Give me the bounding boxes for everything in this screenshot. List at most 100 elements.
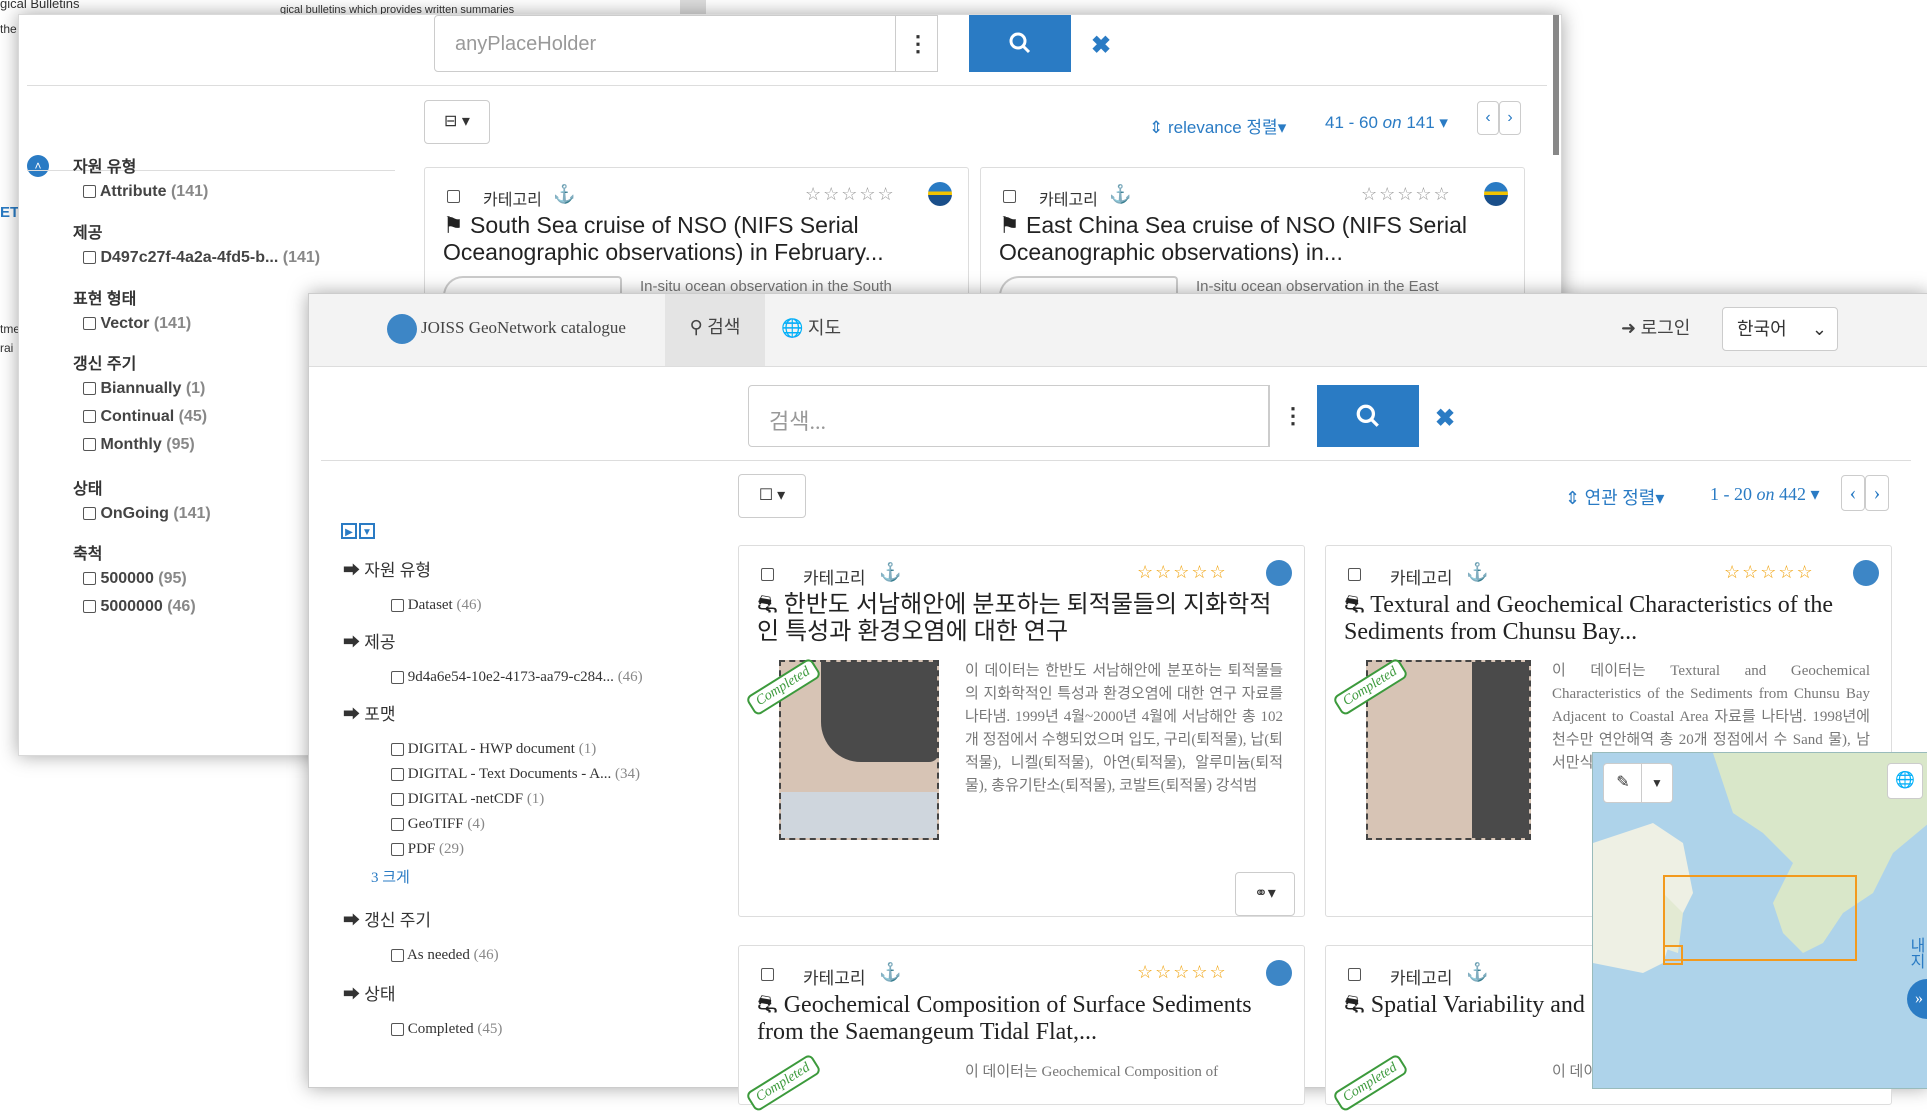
back-sort-dropdown[interactable]: ⇕ relevance 정렬▾: [1149, 113, 1286, 138]
rating-stars[interactable]: ☆☆☆☆☆: [805, 184, 896, 205]
rating-stars[interactable]: ☆☆☆☆☆: [1361, 184, 1452, 205]
login-link[interactable]: ➜ 로그인: [1621, 314, 1690, 340]
checkbox[interactable]: [83, 410, 96, 424]
select-checkbox[interactable]: [1003, 190, 1016, 203]
checkbox[interactable]: [83, 251, 96, 265]
paging-dropdown[interactable]: 1 - 20 on 442 ▾: [1710, 484, 1820, 505]
map-extent-handle[interactable]: [1663, 945, 1683, 965]
facet-title[interactable]: ➡ 자원 유형: [343, 556, 481, 581]
result-card-1[interactable]: 카테고리 ⚓ ☆☆☆☆☆ ⛐ 한반도 서남해안에 분포하는 퇴적물들의 지화학적…: [738, 545, 1305, 917]
back-facet-item[interactable]: Continual (45): [83, 408, 207, 426]
back-facet-item[interactable]: 500000 (95): [83, 570, 196, 588]
next-page-button[interactable]: ›: [1865, 475, 1889, 511]
nav-map-tab[interactable]: 🌐 지도: [781, 314, 841, 340]
map-draw-dropdown[interactable]: ▼: [1641, 763, 1673, 803]
rating-stars[interactable]: ☆☆☆☆☆: [1137, 962, 1228, 983]
back-collapse-icon[interactable]: ˄: [27, 155, 49, 177]
checkbox[interactable]: [83, 572, 96, 586]
nav-search-tab[interactable]: ⚲ 검색: [665, 294, 765, 366]
facet-item[interactable]: DIGITAL -netCDF (1): [391, 791, 640, 808]
facet-item[interactable]: DIGITAL - Text Documents - A... (34): [391, 766, 640, 783]
rating-stars[interactable]: ☆☆☆☆☆: [1137, 562, 1228, 583]
prev-page-button[interactable]: ‹: [1841, 475, 1865, 511]
back-search-options-icon[interactable]: ⋮: [895, 16, 940, 71]
back-facet-item[interactable]: 5000000 (46): [83, 598, 196, 616]
language-select[interactable]: 한국어 ⌄: [1722, 307, 1838, 351]
map-panel[interactable]: ✎ ▼ 🌐 내지 »: [1592, 752, 1927, 1089]
checkbox[interactable]: [391, 671, 404, 685]
facet-item[interactable]: 9d4a6e54-10e2-4173-aa79-c284... (46): [391, 669, 643, 686]
back-facet-item[interactable]: Vector (141): [83, 315, 191, 333]
back-next-page-button[interactable]: ›: [1499, 101, 1521, 135]
result-card-3[interactable]: 카테고리 ⚓ ☆☆☆☆☆ ⛐ Geochemical Composition o…: [738, 945, 1305, 1113]
back-facet-item[interactable]: Monthly (95): [83, 436, 207, 454]
record-title[interactable]: ⚑ East China Sea cruise of NSO (NIFS Ser…: [999, 212, 1509, 266]
back-search-button[interactable]: [969, 15, 1071, 72]
back-paging-dropdown[interactable]: 41 - 60 on 141 ▾: [1325, 113, 1448, 133]
record-title[interactable]: ⚑ South Sea cruise of NSO (NIFS Serial O…: [443, 212, 953, 266]
select-checkbox[interactable]: [1348, 568, 1361, 581]
select-checkbox[interactable]: [1348, 968, 1361, 981]
checkbox[interactable]: [83, 382, 96, 396]
search-button[interactable]: [1317, 385, 1419, 447]
bg-scrollbar[interactable]: [680, 0, 706, 14]
record-title[interactable]: ⛐ 한반도 서남해안에 분포하는 퇴적물들의 지화학적인 특성과 환경오염에 대…: [757, 592, 1287, 646]
back-facet-item[interactable]: Biannually (1): [83, 380, 207, 398]
back-prev-page-button[interactable]: ‹: [1477, 101, 1499, 135]
back-facet-item[interactable]: D497c27f-4a2a-4fd5-b... (141): [83, 249, 320, 267]
checkbox[interactable]: [83, 438, 96, 452]
back-search-input[interactable]: anyPlaceHolder: [455, 33, 596, 56]
checkbox[interactable]: [391, 818, 404, 832]
back-search-box[interactable]: anyPlaceHolder ⋮: [434, 15, 938, 72]
facet-item[interactable]: GeoTIFF (4): [391, 816, 640, 833]
back-facet-item[interactable]: OnGoing (141): [83, 505, 211, 523]
map-draw-button[interactable]: ✎: [1603, 763, 1643, 803]
facet-title[interactable]: ➡ 갱신 주기: [343, 906, 499, 931]
select-checkbox[interactable]: [761, 568, 774, 581]
clear-search-icon[interactable]: ✖: [1435, 404, 1455, 433]
checkbox[interactable]: [83, 185, 96, 199]
select-checkbox[interactable]: [761, 968, 774, 981]
back-result-card-1[interactable]: 카테고리 ⚓ ☆☆☆☆☆ ⚑ South Sea cruise of NSO (…: [424, 167, 969, 300]
checkbox[interactable]: [391, 843, 404, 857]
map-extent-box[interactable]: [1663, 875, 1857, 961]
facet-item[interactable]: DIGITAL - HWP document (1): [391, 741, 640, 758]
sort-dropdown[interactable]: ⇕ 연관 정렬▾: [1565, 484, 1664, 510]
facet-item[interactable]: PDF (29): [391, 841, 640, 858]
checkbox[interactable]: [83, 600, 96, 614]
facet-title[interactable]: ➡ 포맷: [343, 700, 640, 725]
back-facet-item[interactable]: Attribute (141): [83, 183, 208, 201]
search-box[interactable]: 검색... ⋮: [748, 385, 1304, 447]
back-result-card-2[interactable]: 카테고리 ⚓ ☆☆☆☆☆ ⚑ East China Sea cruise of …: [980, 167, 1525, 300]
collapse-all-icon[interactable]: ▼: [359, 523, 375, 539]
facet-more-link[interactable]: 3 크게: [371, 866, 640, 887]
facet-item[interactable]: Completed (45): [391, 1021, 502, 1038]
select-all-dropdown[interactable]: ☐ ▾: [738, 474, 806, 518]
expand-all-icon[interactable]: ▶: [341, 523, 357, 539]
checkbox[interactable]: [391, 793, 404, 807]
search-input[interactable]: 검색...: [769, 404, 826, 436]
expand-collapse-icons[interactable]: ▶ ▼: [341, 522, 375, 540]
record-title[interactable]: ⛐ Geochemical Composition of Surface Sed…: [757, 992, 1297, 1046]
rating-stars[interactable]: ☆☆☆☆☆: [1724, 562, 1815, 583]
checkbox[interactable]: [391, 768, 404, 782]
record-title[interactable]: ⛐ Textural and Geochemical Characteristi…: [1344, 592, 1884, 646]
brand-link[interactable]: JOISS GeoNetwork catalogue: [387, 314, 626, 344]
checkbox[interactable]: [83, 507, 96, 521]
facet-title[interactable]: ➡ 상태: [343, 980, 502, 1005]
facet-item[interactable]: Dataset (46): [391, 597, 481, 614]
search-options-icon[interactable]: ⋮: [1269, 386, 1317, 446]
checkbox[interactable]: [83, 317, 96, 331]
select-checkbox[interactable]: [447, 190, 460, 203]
checkbox[interactable]: [391, 1023, 404, 1037]
back-select-dropdown[interactable]: ⊟ ▾: [424, 100, 490, 144]
back-clear-icon[interactable]: ✖: [1091, 31, 1111, 60]
links-dropdown-button[interactable]: ⚭▾: [1235, 872, 1295, 916]
checkbox[interactable]: [391, 949, 404, 963]
facet-item[interactable]: As needed (46): [391, 947, 499, 964]
map-globe-button[interactable]: 🌐: [1887, 763, 1923, 799]
back-window-scrollbar[interactable]: [1553, 15, 1559, 155]
checkbox[interactable]: [391, 599, 404, 613]
checkbox[interactable]: [391, 743, 404, 757]
facet-title[interactable]: ➡ 제공: [343, 628, 643, 653]
